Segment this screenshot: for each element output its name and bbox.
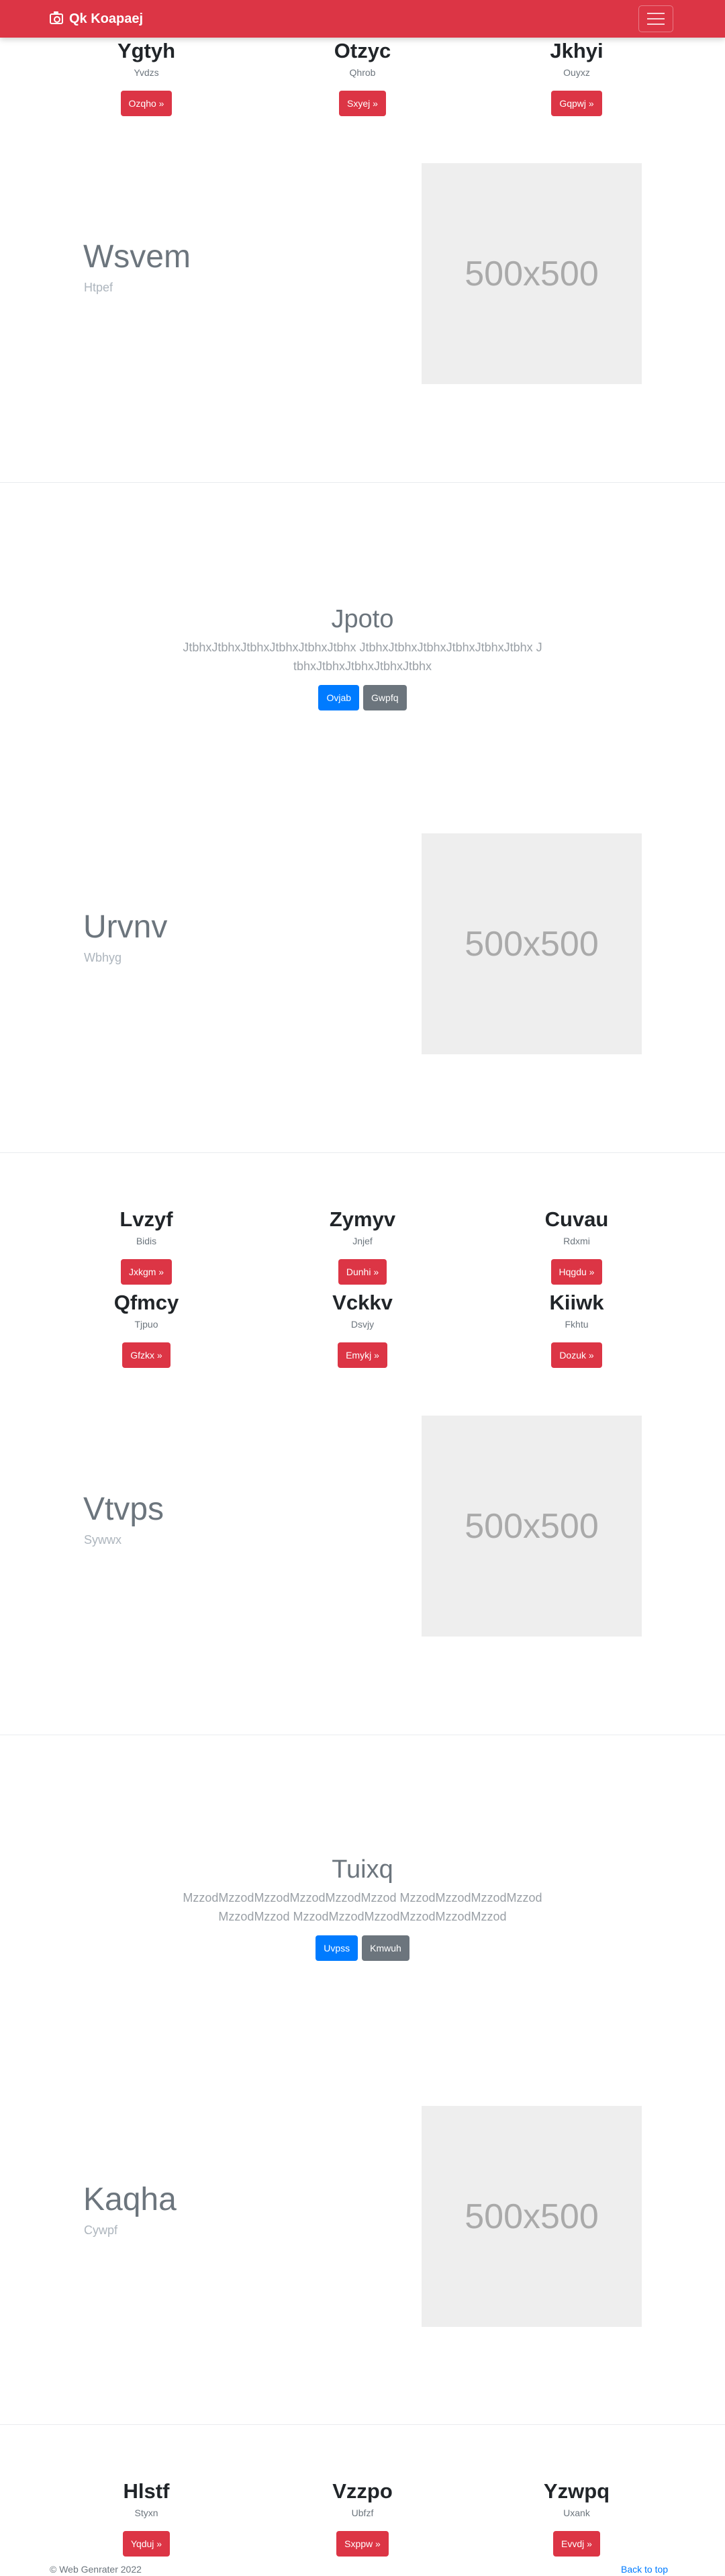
camera-icon [50,11,63,24]
feature-section: Urvnv Wbhyg 500x500 [0,781,725,1154]
card-title: Vzzpo [332,2479,393,2503]
feature-section: Kaqha Cywpf 500x500 [0,2054,725,2426]
card-button[interactable]: Jxkgm » [120,1259,173,1285]
card-subtitle: Qhrob [349,67,376,78]
button-group: Ovjab Gwpfq [0,685,725,710]
card-title: Ygtyh [117,39,176,62]
divider [0,2424,725,2425]
feature-section: Wsvem Htpef 500x500 [0,111,725,484]
feature-title: Wsvem [83,239,191,275]
card-title: Kiiwk [549,1291,604,1314]
card: Vckkv Dsvjy Emykj » [262,1291,463,1368]
card: Zymyv Jnjef Dunhi » [262,1207,463,1285]
card-button[interactable]: Yqduj » [122,2531,171,2557]
card-title: Qfmcy [113,1291,179,1314]
jumbotron-text: JtbhxJtbhxJtbhxJtbhxJtbhxJtbhx JtbhxJtbh… [183,641,542,673]
primary-button[interactable]: Uvpss [316,1935,358,1961]
card-row: Qfmcy Tjpuo Gfzkx » Vckkv Dsvjy Emykj » … [0,1291,725,1373]
card: Kiiwk Fkhtu Dozuk » [476,1291,677,1368]
button-group: Uvpss Kmwuh [0,1935,725,1961]
feature-subtitle: Cywpf [84,2223,118,2237]
card-title: Yzwpq [543,2479,610,2503]
card: Qfmcy Tjpuo Gfzkx » [46,1291,247,1368]
card-subtitle: Jnjef [352,1236,373,1246]
brand-name: Qk Koapaej [69,11,144,26]
jumbotron: Tuixq MzzodMzzodMzzodMzzodMzzodMzzod Mzz… [0,1855,725,1961]
card: Ygtyh Yvdzs Ozqho » [46,39,247,116]
feature-section: Vtvps Sywwx 500x500 [0,1363,725,1736]
divider [0,482,725,483]
hamburger-line [647,24,665,25]
card-subtitle: Ubfzf [351,2508,374,2518]
card-button[interactable]: Hqgdu » [550,1259,603,1285]
jumbotron-text: MzzodMzzodMzzodMzzodMzzodMzzod MzzodMzzo… [183,1891,542,1923]
back-to-top-link[interactable]: Back to top [621,2564,668,2575]
hamburger-icon [647,13,665,14]
feature-title: Vtvps [83,1491,164,1527]
card-title: Cuvau [544,1207,609,1231]
card-row: Lvzyf Bidis Jxkgm » Zymyv Jnjef Dunhi » … [0,1207,725,1290]
card-subtitle: Styxn [134,2508,158,2518]
card: Vzzpo Ubfzf Sxppw » [262,2479,463,2557]
brand-link[interactable]: Qk Koapaej [50,0,143,38]
jumbotron-title: Jpoto [331,605,394,633]
image-placeholder: 500x500 [422,833,642,1054]
secondary-button[interactable]: Gwpfq [363,685,407,710]
card-subtitle: Rdxmi [563,1236,590,1246]
card-subtitle: Ouyxz [563,67,590,78]
card: Hlstf Styxn Yqduj » [46,2479,247,2557]
card-button[interactable]: Evvdj » [553,2531,600,2557]
feature-subtitle: Sywwx [84,1533,122,1547]
primary-button[interactable]: Ovjab [318,685,360,710]
card: Cuvau Rdxmi Hqgdu » [476,1207,677,1285]
card-title: Otzyc [334,39,391,62]
card-subtitle: Tjpuo [134,1319,158,1330]
image-placeholder: 500x500 [422,1416,642,1637]
placeholder-label: 500x500 [465,254,599,293]
card-title: Lvzyf [119,1207,173,1231]
image-placeholder: 500x500 [422,2106,642,2327]
card-title: Vckkv [332,1291,393,1314]
card-title: Jkhyi [550,39,603,62]
card-subtitle: Uxank [563,2508,590,2518]
placeholder-label: 500x500 [465,1506,599,1546]
card: Otzyc Qhrob Sxyej » [262,39,463,116]
card: Yzwpq Uxank Evvdj » [476,2479,677,2557]
card-title: Hlstf [123,2479,170,2503]
card-row: Ygtyh Yvdzs Ozqho » Otzyc Qhrob Sxyej » … [0,39,725,122]
card-title: Zymyv [329,1207,396,1231]
secondary-button[interactable]: Kmwuh [362,1935,409,1961]
footer-copyright: © Web Genrater 2022 [50,2564,142,2575]
card: Lvzyf Bidis Jxkgm » [46,1207,247,1285]
card-button[interactable]: Dunhi » [338,1259,387,1285]
navbar-toggler-button[interactable] [638,5,673,32]
feature-title: Urvnv [83,909,168,945]
placeholder-label: 500x500 [465,2197,599,2236]
hamburger-line [647,18,665,19]
placeholder-label: 500x500 [465,924,599,964]
image-placeholder: 500x500 [422,163,642,384]
feature-subtitle: Htpef [84,281,113,294]
card-row: Hlstf Styxn Yqduj » Vzzpo Ubfzf Sxppw » … [0,2479,725,2562]
card: Jkhyi Ouyxz Gqpwj » [476,39,677,116]
feature-title: Kaqha [83,2182,177,2217]
divider [0,1152,725,1153]
card-subtitle: Bidis [136,1236,157,1246]
card-button[interactable]: Sxppw » [336,2531,389,2557]
navbar: Qk Koapaej [0,0,725,38]
card-subtitle: Dsvjy [350,1319,375,1330]
card-subtitle: Fkhtu [565,1319,589,1330]
feature-subtitle: Wbhyg [84,951,122,964]
jumbotron: Jpoto JtbhxJtbhxJtbhxJtbhxJtbhxJtbhx Jtb… [0,604,725,710]
jumbotron-title: Tuixq [332,1855,393,1884]
card-subtitle: Yvdzs [134,67,159,78]
